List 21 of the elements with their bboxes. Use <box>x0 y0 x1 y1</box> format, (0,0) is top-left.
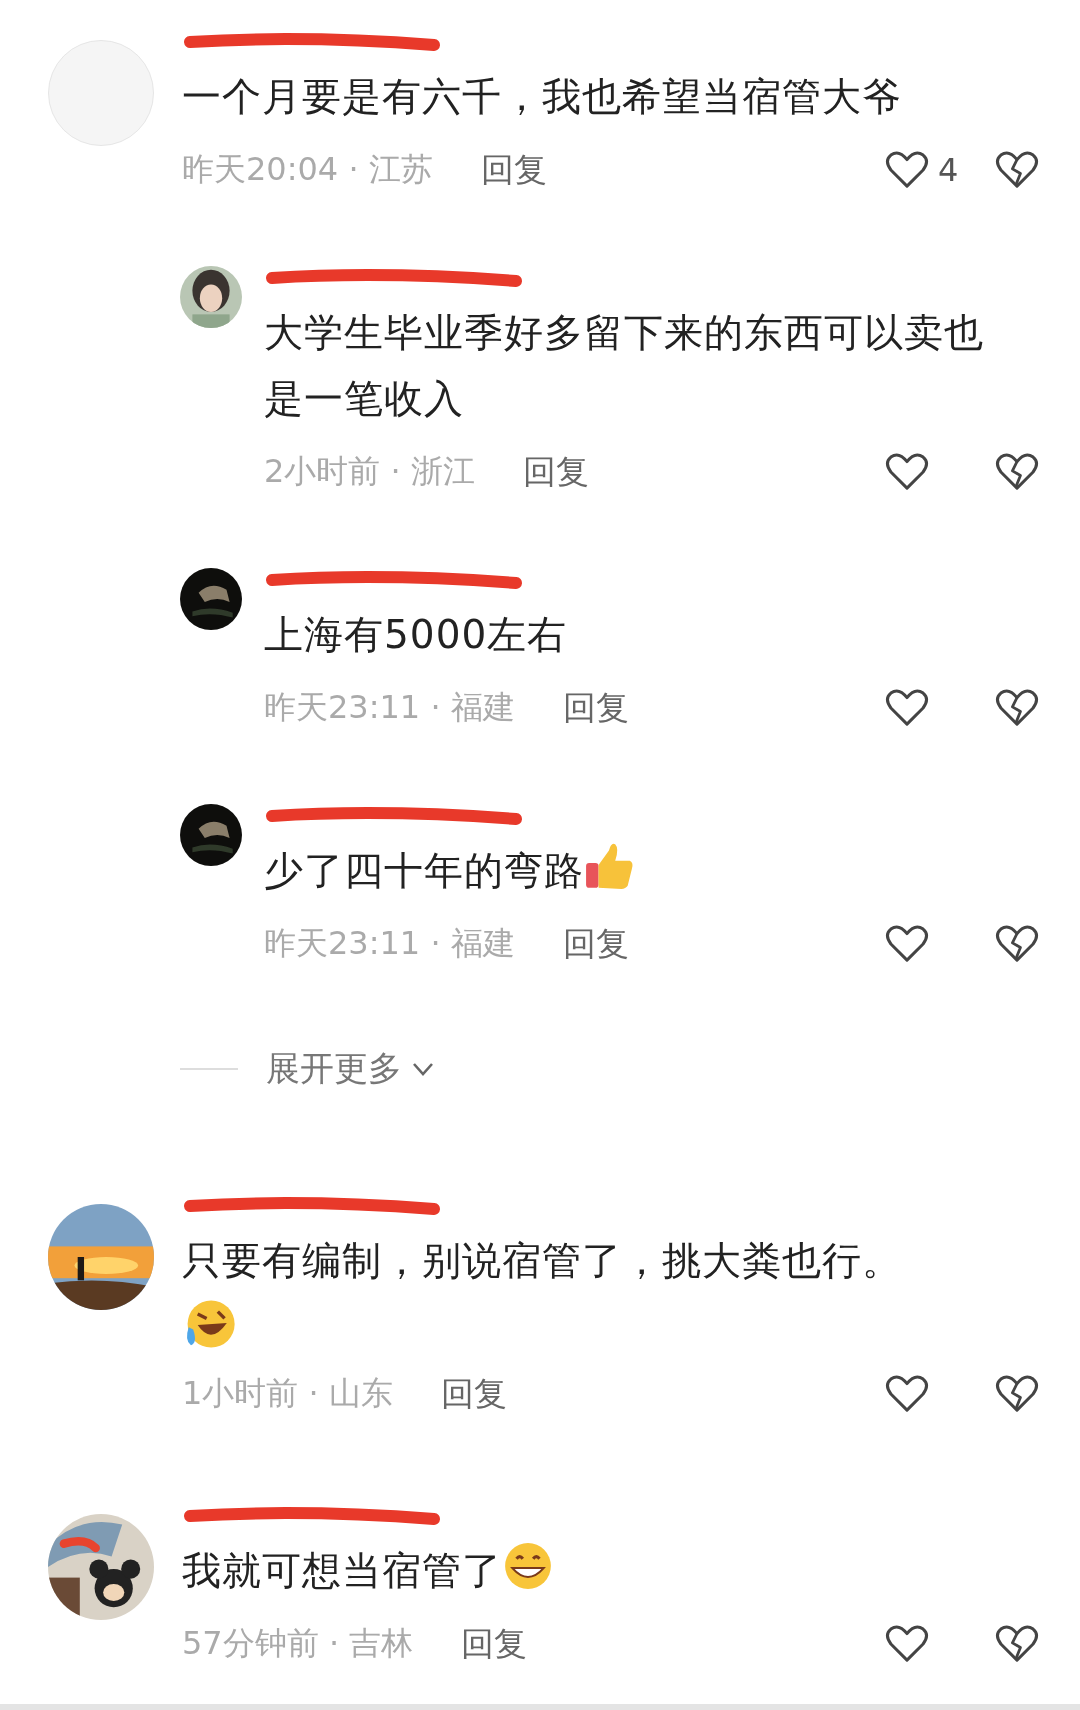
comment-text: 上海有5000左右 <box>264 611 569 659</box>
grinning-face-icon <box>502 1540 554 1592</box>
comment-text: 一个月要是有六千，我也希望当宿管大爷 <box>182 73 903 121</box>
reply-button[interactable]: 回复 <box>461 1621 528 1667</box>
reply-button[interactable]: 回复 <box>440 1371 507 1417</box>
expand-more-button[interactable]: 展开更多 <box>266 1046 436 1092</box>
timestamp-location: 2小时前 · 浙江 <box>264 451 475 492</box>
timestamp-location: 昨天20:04 · 江苏 <box>182 149 433 190</box>
comment-text: 大学生毕业季好多留下来的东西可以卖也是一笔收入 <box>264 309 985 423</box>
reply-button[interactable]: 回复 <box>480 147 547 193</box>
timestamp-location: 57分钟前 · 吉林 <box>182 1623 414 1664</box>
comment-text: 我就可想当宿管了 <box>182 1538 1080 1604</box>
like-count: 4 <box>938 151 959 189</box>
comment-text: 少了四十年的弯路 <box>264 838 1080 904</box>
timestamp-location: 昨天23:11 · 福建 <box>264 687 515 728</box>
timestamp-location: 1小时前 · 山东 <box>182 1373 393 1414</box>
reply-button[interactable]: 回复 <box>522 449 589 495</box>
reply-button[interactable]: 回复 <box>562 685 629 731</box>
comment-text: 只要有编制，别说宿管了，挑大粪也行。 <box>182 1237 903 1285</box>
timestamp-location: 昨天23:11 · 福建 <box>264 923 515 964</box>
reply-button[interactable]: 回复 <box>562 921 629 967</box>
